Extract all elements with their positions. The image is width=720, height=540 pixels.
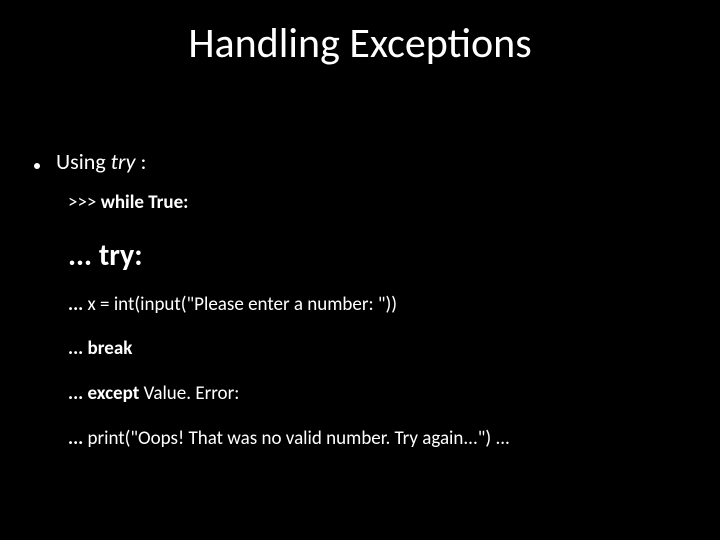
code-keyword: except <box>88 382 144 405</box>
code-text: while True: <box>101 191 189 214</box>
code-line-4: ... break <box>68 337 692 362</box>
bullet-suffix: : <box>136 148 147 175</box>
slide: Handling Exceptions Using try : >>> whil… <box>0 0 720 540</box>
code-line-3: ... x = int(input("Please enter a number… <box>68 293 692 318</box>
bullet-text: Using try : <box>56 148 146 175</box>
code-text: print("Oops! That was no valid number. T… <box>88 427 510 450</box>
bullet-dot-icon <box>34 163 40 169</box>
code-text: break <box>88 337 133 360</box>
bullet-keyword: try <box>111 148 136 175</box>
code-line-2: ... try: <box>68 236 692 275</box>
repl-cont-prompt: ... <box>68 237 99 274</box>
code-line-5: ... except Value. Error: <box>68 382 692 407</box>
bullet-prefix: Using <box>56 148 111 175</box>
slide-title: Handling Exceptions <box>0 18 720 69</box>
repl-cont-prompt: ... <box>68 427 88 450</box>
repl-prompt: >>> <box>68 191 101 214</box>
code-block: >>> while True: ... try: ... x = int(inp… <box>68 191 692 451</box>
code-text: try: <box>99 237 143 274</box>
bullet-item: Using try : <box>28 148 692 175</box>
code-line-6: ... print("Oops! That was no valid numbe… <box>68 427 692 452</box>
code-line-1: >>> while True: <box>68 191 692 216</box>
slide-body: Using try : >>> while True: ... try: ...… <box>28 148 692 471</box>
repl-cont-prompt: ... <box>68 337 88 360</box>
repl-cont-prompt: ... <box>68 293 88 316</box>
repl-cont-prompt: ... <box>68 382 88 405</box>
code-text: x = int(input("Please enter a number: ")… <box>88 293 397 316</box>
code-text: Value. Error: <box>144 382 240 405</box>
